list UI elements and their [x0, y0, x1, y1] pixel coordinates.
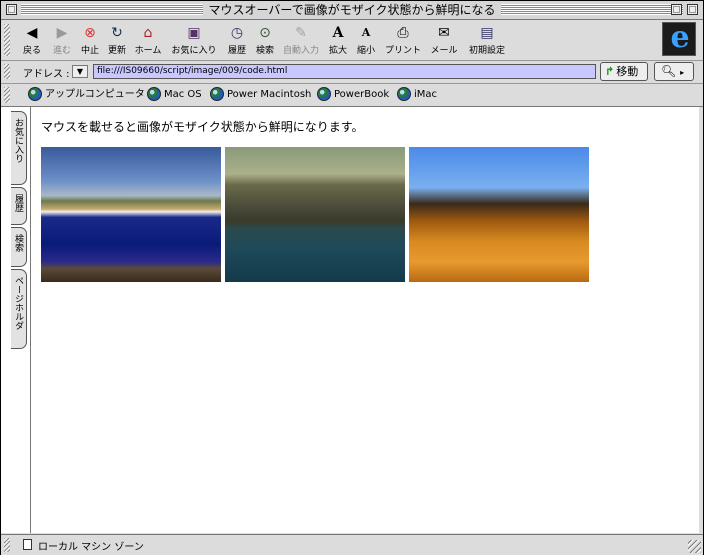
tab-history[interactable]: 履歴 [11, 187, 27, 225]
favorites-bar: アップルコンピュータ Mac OS Power Macintosh PowerB… [1, 84, 703, 107]
history-icon: ◷ [230, 25, 244, 41]
tab-history-label: 履歴 [13, 194, 23, 212]
tab-page-holder[interactable]: ページホルダ [11, 269, 27, 349]
favorite-label: Power Macintosh [227, 89, 312, 100]
explorer-bar-tabs: お気に入り 履歴 検索 ページホルダ [1, 107, 30, 533]
refresh-icon: ↻ [111, 25, 123, 41]
mountain-lake-image[interactable] [225, 147, 405, 282]
home-button[interactable]: ⌂ ホーム [132, 22, 164, 58]
desert-peak-image[interactable] [409, 147, 589, 282]
refresh-label: 更新 [107, 46, 126, 56]
stop-button[interactable]: ⊗ 中止 [77, 22, 103, 58]
page-message: マウスを載せると画像がモザイク状態から鮮明になります。 [41, 120, 364, 134]
go-label: 移動 [616, 65, 639, 78]
tab-favorites-label: お気に入り [13, 118, 23, 163]
print-label: プリント [384, 46, 421, 56]
window-title: マウスオーバーで画像がモザイク状態から鮮明になる [202, 3, 502, 17]
print-icon: ⎙ [397, 25, 409, 41]
favorite-label: PowerBook [334, 89, 390, 100]
forward-arrow-icon: ▶ [56, 25, 68, 41]
resize-grip-icon[interactable] [688, 540, 701, 553]
globe-icon [28, 87, 42, 101]
globe-icon [317, 87, 331, 101]
favorite-label: Mac OS [164, 89, 202, 100]
autofill-label: 自動入力 [282, 46, 319, 56]
favorite-macos[interactable]: Mac OS [147, 87, 202, 103]
forward-label: 進む [52, 46, 71, 56]
favorite-imac[interactable]: iMac [397, 87, 437, 103]
search-button[interactable]: ⊙ 検索 [252, 22, 278, 58]
page-search-button[interactable]: 🔍︎ ▸ [654, 62, 694, 81]
back-button[interactable]: ◀ 戻る [19, 22, 45, 58]
text-larger-label: 拡大 [328, 46, 347, 56]
favorite-power-macintosh[interactable]: Power Macintosh [210, 87, 311, 103]
title-bar[interactable]: マウスオーバーで画像がモザイク状態から鮮明になる [1, 1, 703, 20]
print-button[interactable]: ⎙ プリント [383, 22, 423, 58]
text-smaller-icon: A [361, 26, 371, 39]
history-button[interactable]: ◷ 履歴 [223, 22, 251, 58]
text-smaller-label: 縮小 [356, 46, 375, 56]
stop-icon: ⊗ [84, 25, 96, 41]
local-zone-icon [23, 539, 32, 550]
status-grip [4, 538, 10, 552]
go-arrow-icon: ↱ [605, 65, 615, 78]
preferences-button[interactable]: ▤ 初期設定 [467, 22, 507, 58]
favorite-powerbook[interactable]: PowerBook [317, 87, 389, 103]
tab-favorites[interactable]: お気に入り [11, 111, 27, 185]
preferences-label: 初期設定 [468, 46, 505, 56]
favorites-button[interactable]: ▣ お気に入り [169, 22, 219, 58]
favorites-icon: ▣ [187, 25, 201, 41]
status-zone-text: ローカル マシン ゾーン [38, 542, 144, 553]
address-bar: アドレス : ▼ file:///IS09660/script/image/00… [1, 61, 703, 84]
address-dropdown-icon[interactable]: ▼ [72, 65, 88, 78]
favorite-apple[interactable]: アップルコンピュータ [28, 87, 145, 103]
go-button[interactable]: ↱ 移動 [600, 62, 648, 81]
mail-button[interactable]: ✉ メール [429, 22, 459, 58]
forward-button[interactable]: ▶ 進む [49, 22, 75, 58]
favorites-label: お気に入り [171, 46, 217, 56]
history-label: 履歴 [227, 46, 246, 56]
globe-icon [147, 87, 161, 101]
address-label: アドレス : [23, 69, 70, 80]
preferences-icon: ▤ [480, 25, 494, 41]
page-content: マウスを載せると画像がモザイク状態から鮮明になります。 [30, 107, 699, 533]
autofill-icon: ✎ [295, 25, 307, 41]
magnifier-icon: 🔍︎ [661, 64, 677, 78]
address-grip[interactable] [4, 64, 10, 79]
text-larger-button[interactable]: A 拡大 [326, 22, 350, 58]
home-icon: ⌂ [143, 25, 153, 41]
text-smaller-button[interactable]: A 縮小 [354, 22, 378, 58]
tab-search-label: 検索 [13, 234, 23, 252]
status-bar: ローカル マシン ゾーン [1, 534, 703, 555]
browser-window: マウスオーバーで画像がモザイク状態から鮮明になる ◀ 戻る ▶ 進む ⊗ 中止 … [0, 0, 704, 555]
back-label: 戻る [22, 46, 41, 56]
mail-label: メール [430, 46, 458, 56]
autofill-button[interactable]: ✎ 自動入力 [280, 22, 322, 58]
home-label: ホーム [134, 46, 162, 56]
zoom-box-icon[interactable] [671, 4, 682, 15]
button-toolbar: ◀ 戻る ▶ 進む ⊗ 中止 ↻ 更新 ⌂ ホーム ▣ お気に入り ◷ 履歴 ⊙ [1, 20, 703, 61]
ie-logo-icon: e [662, 22, 696, 56]
favorites-grip[interactable] [4, 87, 10, 103]
stop-label: 中止 [80, 46, 99, 56]
address-input[interactable]: file:///IS09660/script/image/009/code.ht… [93, 64, 596, 79]
toolbar-grip[interactable] [4, 24, 10, 56]
mail-icon: ✉ [438, 25, 450, 41]
collapse-box-icon[interactable] [687, 4, 698, 15]
globe-icon [210, 87, 224, 101]
tab-page-holder-label: ページホルダ [13, 276, 23, 330]
favorite-label: アップルコンピュータ [45, 89, 145, 100]
beach-landscape-image[interactable] [41, 147, 221, 282]
favorite-label: iMac [414, 89, 438, 100]
globe-icon [397, 87, 411, 101]
search-label: 検索 [255, 46, 274, 56]
tab-search[interactable]: 検索 [11, 227, 27, 267]
back-arrow-icon: ◀ [26, 25, 38, 41]
text-larger-icon: A [332, 25, 344, 41]
refresh-button[interactable]: ↻ 更新 [104, 22, 130, 58]
search-icon: ⊙ [259, 25, 271, 41]
